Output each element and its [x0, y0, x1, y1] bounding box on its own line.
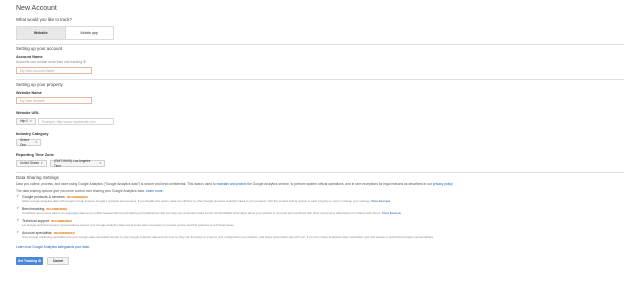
- account-name-input[interactable]: My New Account Name: [16, 67, 92, 74]
- option-desc: Give Google marketing specialists and yo…: [22, 235, 434, 239]
- timezone-label: Reporting Time Zone: [16, 153, 54, 157]
- website-url-label: Website URL: [16, 111, 40, 115]
- benchmarking-checkbox[interactable]: ✓: [16, 206, 20, 211]
- property-section-title: Setting up your property: [16, 82, 63, 87]
- intro-text-2: the Google Analytics service, to perform…: [247, 182, 432, 186]
- account-name-label: Account Name: [16, 55, 43, 59]
- mobile-app-option[interactable]: Mobile app: [66, 27, 114, 39]
- website-name-input[interactable]: My New Website: [16, 97, 92, 104]
- learn-more-link[interactable]: Learn more.: [146, 189, 164, 193]
- industry-label: Industry Category: [16, 132, 49, 136]
- technical-support-checkbox[interactable]: ✓: [16, 218, 20, 223]
- timezone-zone-select[interactable]: (GMT-08:00) Los Angeles Time ▾: [50, 158, 105, 168]
- data-sharing-title: Data Sharing Settings: [16, 175, 59, 180]
- option-desc-text: Contribute anonymous data to an aggregat…: [22, 211, 381, 215]
- chevron-down-icon: ▾: [35, 140, 37, 144]
- data-sharing-intro: Data you collect, process, and store usi…: [16, 182, 624, 186]
- divider: [16, 44, 624, 45]
- safeguards-link[interactable]: Learn how Google Analytics safeguards yo…: [16, 245, 90, 249]
- url-protocol-value: http://: [20, 119, 28, 123]
- get-tracking-id-button[interactable]: Get Tracking ID: [16, 257, 43, 265]
- website-url-input[interactable]: Example: http://www.mywebsite.com: [38, 118, 114, 125]
- track-question: What would you like to track?: [16, 17, 72, 22]
- option-desc: Let Google technical support representat…: [22, 223, 235, 227]
- chevron-down-icon: ▾: [41, 161, 43, 165]
- industry-value: Select One: [20, 137, 29, 147]
- google-products-checkbox[interactable]: ✓: [16, 194, 20, 199]
- account-section-title: Setting up your account: [16, 46, 63, 51]
- privacy-policy-link[interactable]: privacy policy: [433, 182, 453, 186]
- options-intro-text: The data sharing options give you more c…: [16, 189, 145, 193]
- timezone-country-value: United States: [20, 161, 40, 165]
- show-example-link[interactable]: Show Example: [382, 211, 401, 215]
- option-desc: Contribute anonymous data to an aggregat…: [22, 211, 632, 215]
- track-type-toggle: Website Mobile app: [16, 26, 114, 40]
- chevron-down-icon: ▾: [29, 119, 32, 123]
- chevron-down-icon: ▾: [99, 161, 101, 165]
- maintain-protect-link[interactable]: maintain and protect: [217, 182, 247, 186]
- cancel-button[interactable]: Cancel: [47, 257, 69, 265]
- divider: [16, 79, 624, 80]
- website-name-label: Website Name: [16, 91, 42, 95]
- industry-select[interactable]: Select One ▾: [16, 137, 41, 147]
- divider: [16, 172, 624, 173]
- intro-text: Data you collect, process, and store usi…: [16, 182, 216, 186]
- website-option[interactable]: Website: [17, 27, 66, 39]
- timezone-zone-value: (GMT-08:00) Los Angeles Time: [54, 158, 91, 168]
- account-specialists-checkbox[interactable]: ✓: [16, 230, 20, 235]
- timezone-country-select[interactable]: United States ▾: [16, 160, 47, 167]
- account-name-help: Accounts can contain more than one track…: [16, 60, 88, 64]
- options-intro: The data sharing options give you more c…: [16, 189, 164, 193]
- show-example-link[interactable]: Show Example: [371, 199, 390, 203]
- option-desc: Share Google Analytics data with Google …: [22, 199, 622, 203]
- page-title: New Account: [16, 5, 57, 12]
- option-desc-text: Share Google Analytics data with Google …: [22, 199, 371, 203]
- url-protocol-select[interactable]: http://▾: [16, 118, 36, 125]
